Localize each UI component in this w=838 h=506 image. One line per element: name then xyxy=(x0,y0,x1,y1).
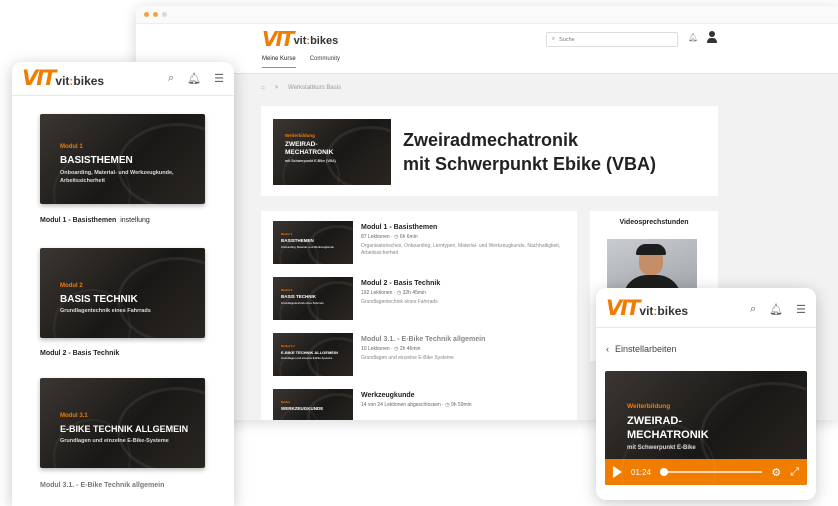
bell-icon[interactable]: 🔔︎ xyxy=(769,303,783,316)
course-title: Zweiradmechatronik mit Schwerpunkt Ebike… xyxy=(403,128,713,176)
mobile-header: VIT vit:bikes ⌕ 🔔︎ ☰ xyxy=(596,288,816,328)
window-dot xyxy=(144,12,149,17)
bell-icon[interactable]: 🔔︎ xyxy=(688,33,698,42)
module-thumbnail: Modul 3.1 E-BIKE TECHNIK ALLGEMEIN Grund… xyxy=(273,333,353,376)
logo[interactable]: VIT vit:bikes xyxy=(22,68,104,89)
back-link[interactable]: ‹ Einstellarbeiten xyxy=(606,344,677,354)
header-icons: ⌕ 🔔︎ ☰ xyxy=(750,303,806,316)
module-list: Modul 1 BASISTHEMEN Onboarding, Material… xyxy=(261,211,577,420)
user-icon[interactable] xyxy=(706,31,718,44)
module-meta: 87 Lektionen · ◷ 6h 6min xyxy=(361,234,418,240)
video-subtitle: mit Schwerpunkt E-Bike xyxy=(627,445,696,451)
module-description: Grundlagen und einzelne E-Bike Systeme xyxy=(361,355,454,361)
thumb-subtitle: mit Schwerpunkt E-Bike (VBA) xyxy=(285,159,336,163)
back-link-label: Einstellarbeiten xyxy=(615,344,677,354)
search-icon: ⌕ xyxy=(552,36,556,42)
search-input[interactable]: ⌕ Suche xyxy=(546,32,678,47)
home-icon[interactable]: ⌂ xyxy=(261,85,265,91)
module-meta: 192 Lektionen · ◷ 32h 45min xyxy=(361,290,426,296)
video-title: ZWEIRAD- xyxy=(627,415,682,427)
video-time: 01:24 xyxy=(631,467,652,477)
video-panel-title: Videosprechstunden xyxy=(619,219,689,226)
mobile-phone-right: VIT vit:bikes ⌕ 🔔︎ ☰ ‹ Einstellarbeiten … xyxy=(596,288,816,500)
gear-icon[interactable]: ⚙ xyxy=(771,466,781,479)
thumb-kicker: Weiterbildung xyxy=(285,133,315,138)
breadcrumb: ⌂ > Werkstattkurs Basis xyxy=(261,85,341,91)
module-title[interactable]: Modul 3.1. - E-Bike Technik allgemein xyxy=(361,336,567,343)
course-title-line: mit Schwerpunkt Ebike (VBA) xyxy=(403,154,657,174)
video-player[interactable]: Weiterbildung ZWEIRAD- MECHATRONIK mit S… xyxy=(605,371,807,485)
module-thumbnail: Modul WERKZEUGKUNDE xyxy=(273,389,353,420)
module-thumbnail: Modul 1 BASISTHEMEN Onboarding, Material… xyxy=(273,221,353,264)
breadcrumb-current[interactable]: Werkstattkurs Basis xyxy=(288,85,341,91)
logo-word: vit:bikes xyxy=(293,35,339,47)
menu-icon[interactable]: ☰ xyxy=(796,303,806,316)
chevron-left-icon: ‹ xyxy=(606,344,609,354)
module-description: Grundlagentechnik eines Fahrrads xyxy=(361,299,438,305)
logo[interactable]: VIT vit:bikes xyxy=(606,298,688,319)
module-title[interactable]: Modul 2 - Basis Technik xyxy=(361,280,567,287)
module-card[interactable]: Modul 2 BASIS TECHNIK Grundlagentechnik … xyxy=(40,248,205,338)
module-card-caption[interactable]: Modul 1 - Basisthemen instellung xyxy=(40,217,150,224)
module-description: Organisatorisches, Onboarding, Lerntypen… xyxy=(361,243,561,256)
module-row[interactable]: Modul 3.1 E-BIKE TECHNIK ALLGEMEIN Grund… xyxy=(273,333,569,381)
window-dot xyxy=(153,12,158,17)
video-controls: 01:24 ⚙ ⤢ xyxy=(605,459,807,485)
module-card-caption[interactable]: Modul 3.1. - E-Bike Technik allgemein xyxy=(40,482,164,489)
search-icon[interactable]: ⌕ xyxy=(750,303,756,316)
thumb-title: MECHATRONIK xyxy=(285,149,334,156)
module-title[interactable]: Werkzeugkunde xyxy=(361,392,567,399)
thumb-title: ZWEIRAD- xyxy=(285,141,318,148)
mobile-header: VIT vit:bikes ⌕ 🔔︎ ☰ xyxy=(12,62,234,96)
main-nav: Meine Kurse Community xyxy=(262,56,340,68)
logo[interactable]: VIT vit:bikes xyxy=(262,29,338,49)
logo-mark: VIT xyxy=(606,296,640,320)
search-icon[interactable]: ⌕ xyxy=(168,72,174,85)
logo-mark: VIT xyxy=(262,27,295,51)
window-dot xyxy=(162,12,167,17)
window-chrome xyxy=(136,6,838,24)
seek-knob[interactable] xyxy=(660,468,669,476)
module-row[interactable]: Modul WERKZEUGKUNDE Werkzeugkunde 14 von… xyxy=(273,389,569,420)
desktop-header: VIT vit:bikes Meine Kurse Community ⌕ Su… xyxy=(136,24,838,74)
module-row[interactable]: Modul 2 BASIS TECHNIK Grundlagentechnik … xyxy=(273,277,569,325)
module-card[interactable]: Modul 3.1 E-BIKE TECHNIK ALLGEMEIN Grund… xyxy=(40,378,205,468)
logo-word: vit:bikes xyxy=(55,74,105,88)
fullscreen-icon[interactable]: ⤢ xyxy=(790,466,799,479)
course-title-line: Zweiradmechatronik xyxy=(403,130,579,150)
module-title[interactable]: Modul 1 - Basisthemen xyxy=(361,224,567,231)
logo-word: vit:bikes xyxy=(639,304,689,318)
video-title: MECHATRONIK xyxy=(627,429,709,441)
header-icons: ⌕ 🔔︎ ☰ xyxy=(168,72,224,85)
course-thumbnail: Weiterbildung ZWEIRAD- MECHATRONIK mit S… xyxy=(273,119,391,185)
video-seek-bar[interactable] xyxy=(660,468,763,476)
search-placeholder: Suche xyxy=(559,36,575,43)
module-card-caption[interactable]: Modul 2 - Basis Technik xyxy=(40,350,119,357)
module-thumbnail: Modul 2 BASIS TECHNIK Grundlagentechnik … xyxy=(273,277,353,320)
bell-icon[interactable]: 🔔︎ xyxy=(187,72,201,85)
mobile-phone-left: VIT vit:bikes ⌕ 🔔︎ ☰ Modul 1 BASISTHEMEN… xyxy=(12,62,234,506)
nav-tab-community[interactable]: Community xyxy=(310,56,340,68)
logo-mark: VIT xyxy=(22,66,56,90)
nav-tab-meine-kurse[interactable]: Meine Kurse xyxy=(262,56,296,68)
video-kicker: Weiterbildung xyxy=(627,403,671,410)
menu-icon[interactable]: ☰ xyxy=(214,72,224,85)
course-hero: Weiterbildung ZWEIRAD- MECHATRONIK mit S… xyxy=(261,106,718,196)
module-card[interactable]: Modul 1 BASISTHEMEN Onboarding, Material… xyxy=(40,114,205,204)
module-meta: 10 Lektionen · ◷ 2h 46min xyxy=(361,346,421,352)
breadcrumb-separator: > xyxy=(274,85,279,91)
play-icon[interactable] xyxy=(613,466,622,478)
module-row[interactable]: Modul 1 BASISTHEMEN Onboarding, Material… xyxy=(273,221,569,269)
module-meta: 14 von 24 Lektionen abgeschlossen · ◷ 9h… xyxy=(361,402,472,408)
